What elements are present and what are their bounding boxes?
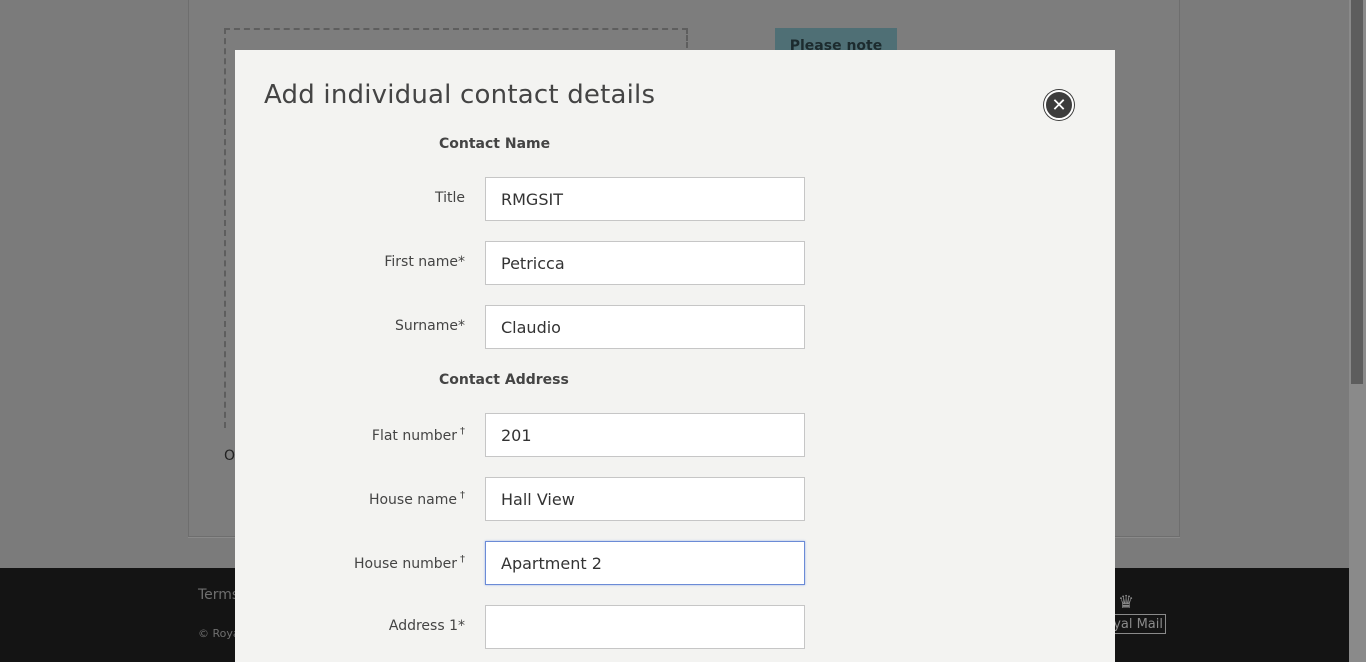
- flat-number-input[interactable]: [485, 413, 805, 457]
- please-note-badge: Please note: [775, 28, 897, 52]
- optional-marker: †: [460, 554, 465, 565]
- close-button[interactable]: ✕: [1044, 90, 1074, 120]
- surname-input[interactable]: [485, 305, 805, 349]
- first-name-label: First name*: [384, 254, 465, 270]
- scrollbar-thumb[interactable]: [1351, 0, 1363, 384]
- surname-row: Surname*: [235, 305, 1115, 349]
- background-partial-text: O: [224, 448, 236, 464]
- house-name-row: House name †: [235, 477, 1115, 521]
- title-label: Title: [434, 190, 465, 206]
- house-number-input[interactable]: [485, 541, 805, 585]
- first-name-row: First name*: [235, 241, 1115, 285]
- contact-name-heading: Contact Name: [439, 136, 551, 152]
- title-input[interactable]: [485, 177, 805, 221]
- contact-address-heading: Contact Address: [439, 372, 569, 388]
- surname-label: Surname*: [395, 318, 465, 334]
- close-icon: ✕: [1051, 95, 1067, 116]
- first-name-input[interactable]: [485, 241, 805, 285]
- page-scrollbar[interactable]: [1349, 0, 1366, 662]
- footer-terms-link[interactable]: Terms: [198, 587, 239, 603]
- house-name-input[interactable]: [485, 477, 805, 521]
- house-number-label: House number †: [354, 554, 465, 572]
- address-1-input[interactable]: [485, 605, 805, 649]
- address-1-label: Address 1*: [388, 618, 465, 634]
- background-dropzone-edge: [684, 28, 688, 48]
- footer-copyright: © Roya: [198, 627, 240, 640]
- optional-marker: †: [460, 490, 465, 501]
- contact-details-modal: Add individual contact details ✕ Contact…: [235, 50, 1115, 662]
- crown-icon: ♛: [1118, 592, 1135, 613]
- logo-text: yal Mail: [1106, 614, 1166, 634]
- house-number-row: House number †: [235, 541, 1115, 585]
- optional-marker: †: [460, 426, 465, 437]
- house-name-label: House name †: [368, 490, 465, 508]
- flat-number-row: Flat number †: [235, 413, 1115, 457]
- flat-number-label: Flat number †: [371, 426, 465, 444]
- address-1-row: Address 1*: [235, 605, 1115, 649]
- modal-title: Add individual contact details: [264, 80, 656, 110]
- royal-mail-logo: ♛ yal Mail: [1106, 590, 1168, 642]
- title-row: Title: [235, 177, 1115, 221]
